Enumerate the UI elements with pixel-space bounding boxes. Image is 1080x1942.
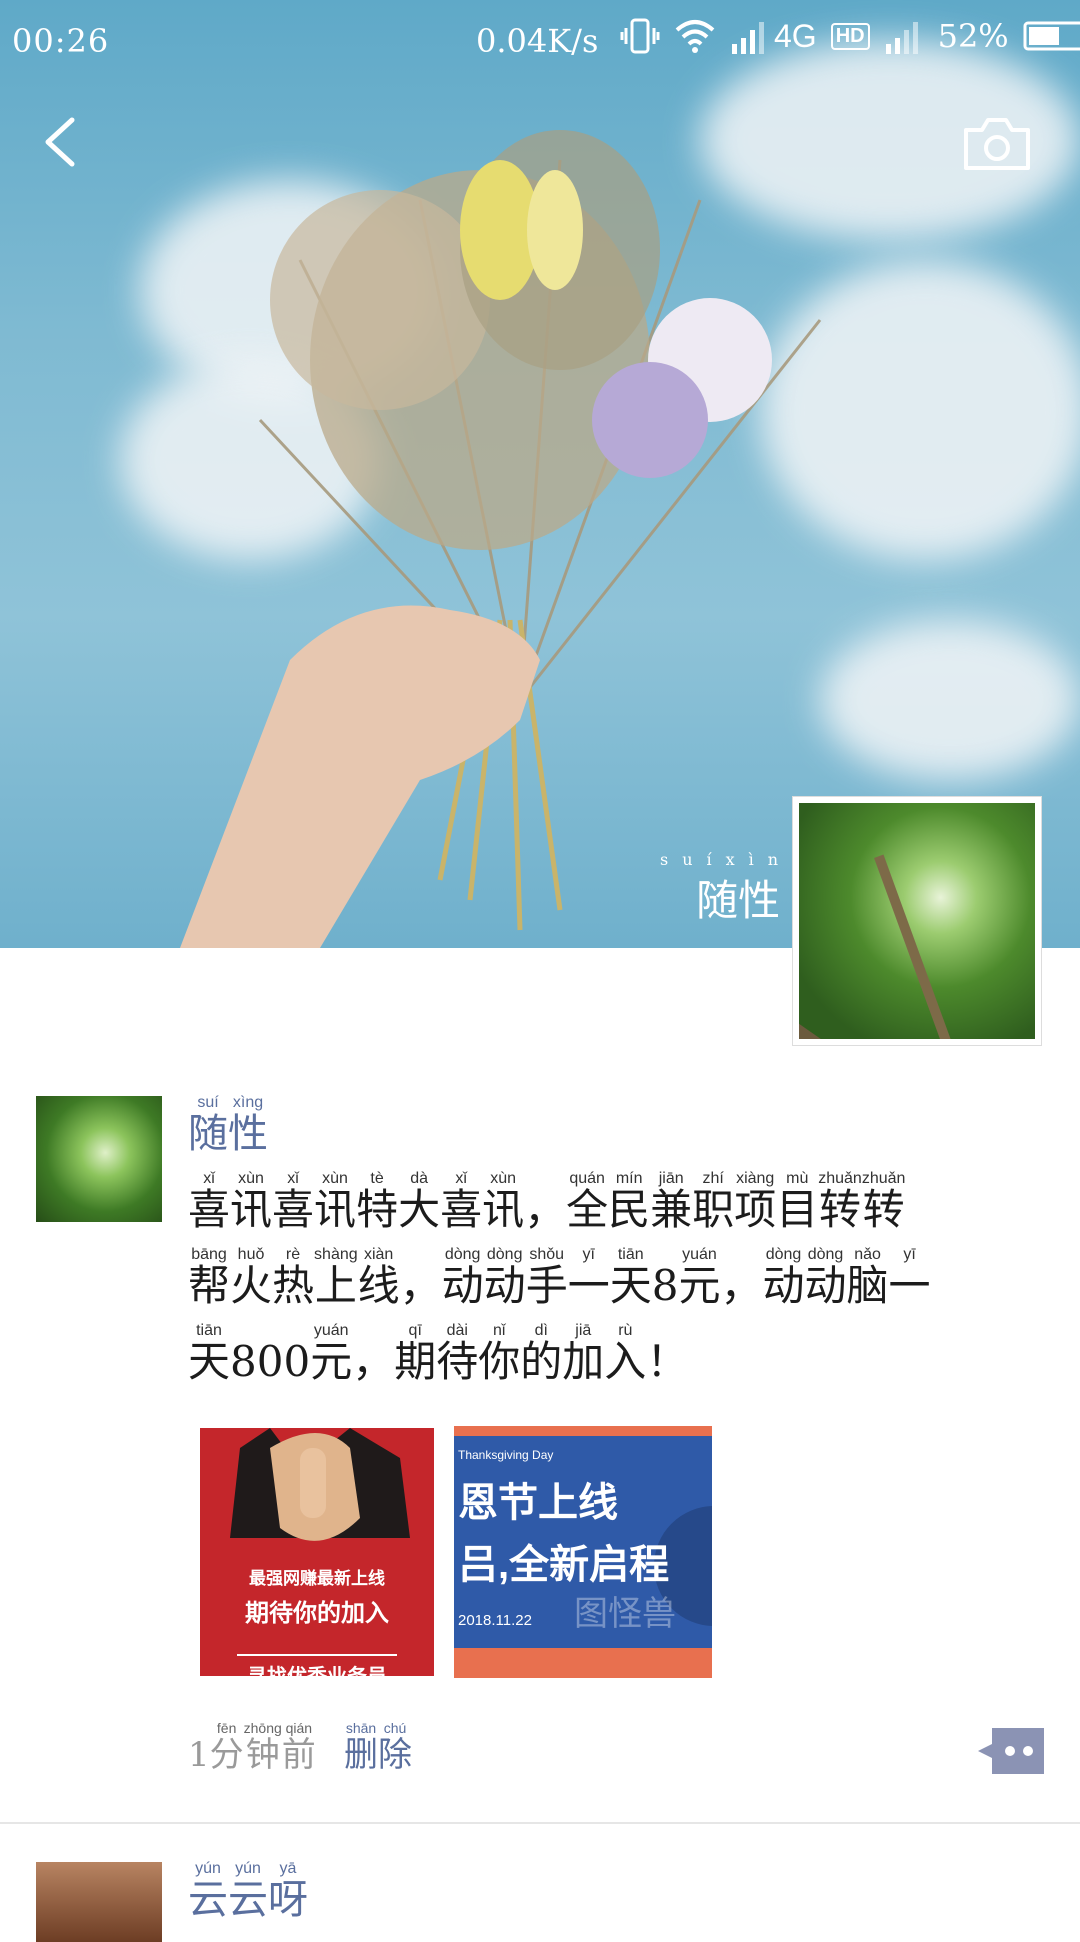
post-text-char: 天tiān: [188, 1322, 231, 1386]
post-text-char: 期qī: [394, 1322, 437, 1386]
post-text-line: 喜xǐ讯xùn喜xǐ讯xùn特tè大dà喜xǐ讯xùn，全quán民mín兼ji…: [188, 1170, 931, 1246]
post-text-char: 动dòng: [762, 1246, 805, 1310]
post-text-char: 你nǐ: [478, 1322, 521, 1386]
post-text-char: 上shàng: [314, 1246, 358, 1310]
post-text-char: 火huǒ: [230, 1246, 273, 1310]
image2-tag: Thanksgiving Day: [458, 1448, 554, 1462]
post-text-char: 转zhuǎn: [861, 1170, 906, 1234]
post-text-char: 的dì: [520, 1322, 563, 1386]
post-text-char: 讯xùn: [482, 1170, 525, 1234]
delete-button[interactable]: 删shān除chú: [344, 1720, 412, 1776]
post-text-char: 喜xǐ: [188, 1170, 231, 1234]
post-text-char: 项xiàng: [734, 1170, 777, 1234]
post-text-char: 职zhí: [692, 1170, 735, 1234]
post-text-char: 目mù: [776, 1170, 819, 1234]
username-char: 随suí: [188, 1094, 228, 1157]
network-speed: 0.04K/s: [476, 22, 599, 60]
delete-char: 删shān: [344, 1720, 378, 1775]
post-text-char: 元yuán: [310, 1322, 353, 1386]
next-post-username[interactable]: 云yún云yún呀yā: [188, 1860, 308, 1925]
time-ago-char: 分fēn: [209, 1720, 244, 1775]
post-text-char: 800: [230, 1337, 311, 1386]
hd-badge: HD: [830, 22, 870, 50]
signal-icon-2: [885, 22, 918, 54]
camera-icon[interactable]: [962, 116, 1032, 172]
post-text-char: 动dòng: [804, 1246, 847, 1310]
post-text-char: 帮bāng: [188, 1246, 231, 1310]
image2-line1: 恩节上线: [458, 1481, 618, 1525]
post-text-char: 8: [651, 1261, 679, 1310]
post-text-char: 入rù: [604, 1322, 647, 1386]
post-image-1[interactable]: 最强网赚最新上线 期待你的加入 寻找优秀业务员: [198, 1426, 436, 1678]
post-text-char: 全quán: [566, 1170, 609, 1234]
profile-avatar[interactable]: [792, 796, 1042, 1046]
post-text-char: 天tiān: [609, 1246, 652, 1310]
post-text-char: 动dòng: [483, 1246, 526, 1310]
status-bar: 00:26 0.04K/s 4G HD 52%: [0, 0, 1080, 84]
delete-char: 除chú: [378, 1720, 412, 1775]
post-text-char: 一yī: [567, 1246, 610, 1310]
post-text-char: 加jiā: [562, 1322, 605, 1386]
post-text-char: 脑nǎo: [846, 1246, 889, 1310]
image2-line2: 吕,全新启程: [458, 1543, 670, 1587]
image1-line1: 最强网赚最新上线: [249, 1569, 385, 1588]
post-text-line: 天tiān800元yuán，期qī待dài你nǐ的dì加jiā入rù！: [188, 1322, 931, 1398]
image1-line2: 期待你的加入: [245, 1600, 389, 1627]
next-username-char: 云yún: [188, 1860, 228, 1923]
vibrate-icon: [620, 18, 660, 54]
back-icon[interactable]: [34, 112, 94, 172]
post-text-char: ！: [646, 1337, 689, 1386]
post-divider: [0, 1822, 1080, 1824]
post-text-char: 兼jiān: [650, 1170, 693, 1234]
post-text-char: 喜xǐ: [272, 1170, 315, 1234]
battery-percent: 52%: [937, 17, 1009, 55]
post-text-char: 一yī: [888, 1246, 931, 1310]
post-text-char: ，: [352, 1337, 395, 1386]
post-text-char: 热rè: [272, 1246, 315, 1310]
time-ago-char: 1: [188, 1735, 210, 1775]
post-text-char: ，: [399, 1261, 442, 1310]
next-post-avatar[interactable]: [36, 1862, 162, 1942]
image1-line3: 寻找优秀业务员: [237, 1654, 397, 1676]
post-text-char: 民mín: [608, 1170, 651, 1234]
signal-icon: [732, 22, 764, 54]
next-username-char: 呀yā: [268, 1860, 308, 1923]
post-text-char: 转zhuǎn: [818, 1170, 862, 1234]
post-image-2[interactable]: Thanksgiving Day 恩节上线 吕,全新启程 2018.11.22 …: [454, 1426, 712, 1678]
network-type: 4G: [774, 17, 817, 54]
post-text-char: 手shǒu: [525, 1246, 568, 1310]
wifi-icon: [675, 20, 715, 53]
post-text-char: 讯xùn: [230, 1170, 273, 1234]
time-ago-char: 前qián: [281, 1720, 316, 1775]
post-text-char: 讯xùn: [314, 1170, 357, 1234]
image2-watermark: 图怪兽: [574, 1595, 676, 1633]
battery-icon: [1023, 21, 1080, 51]
time-ago-char: 钟zhōng: [243, 1720, 282, 1775]
post-text: 喜xǐ讯xùn喜xǐ讯xùn特tè大dà喜xǐ讯xùn，全quán民mín兼ji…: [188, 1170, 931, 1398]
username-char: 性xìng: [228, 1094, 268, 1157]
post-text-char: ，: [720, 1261, 763, 1310]
post-avatar[interactable]: [36, 1096, 162, 1222]
post-text-char: 喜xǐ: [440, 1170, 483, 1234]
post-text-char: ，: [524, 1185, 567, 1234]
post-time: 1分fēn钟zhōng前qián: [188, 1720, 316, 1776]
post-text-char: 待dài: [436, 1322, 479, 1386]
post-username[interactable]: 随suí性xìng: [188, 1094, 268, 1159]
post-text-char: 动dòng: [441, 1246, 484, 1310]
comment-icon[interactable]: [978, 1728, 1044, 1774]
post-text-char: 元yuán: [678, 1246, 721, 1310]
next-username-char: 云yún: [228, 1860, 268, 1923]
post-text-char: 大dà: [398, 1170, 441, 1234]
status-time: 00:26: [12, 22, 110, 60]
post-text-line: 帮bāng火huǒ热rè上shàng线xiàn，动dòng动dòng手shǒu一…: [188, 1246, 931, 1322]
post-text-char: 特tè: [356, 1170, 399, 1234]
post-text-char: 线xiàn: [357, 1246, 400, 1310]
